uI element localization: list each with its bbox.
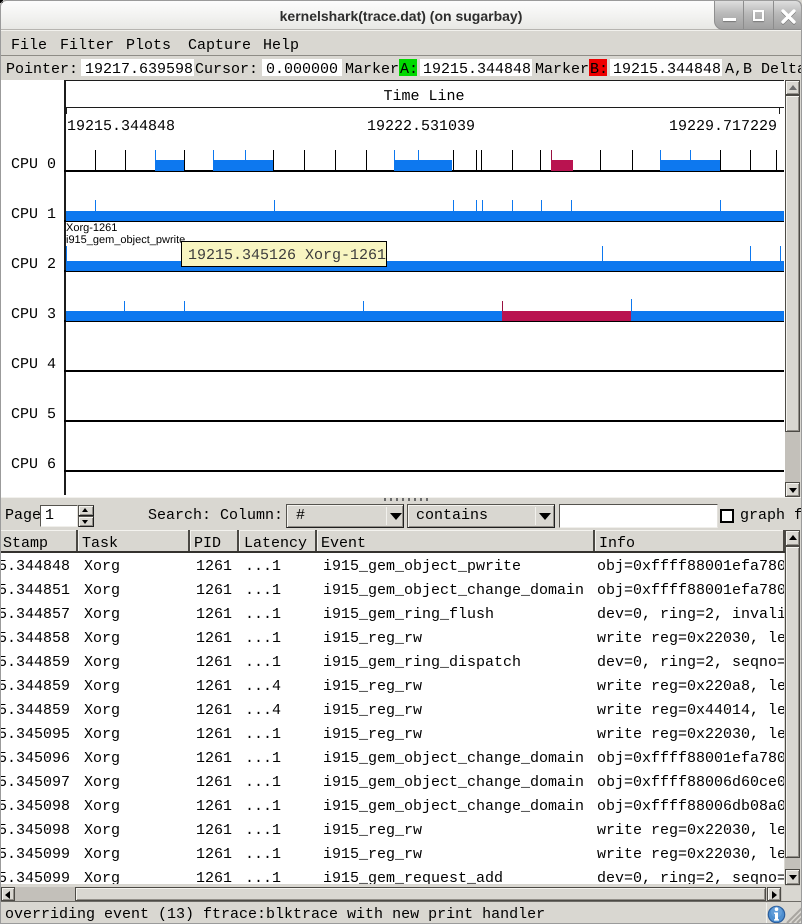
svg-text:Xorg-1261: Xorg-1261 (66, 222, 117, 234)
svg-text:CPU 6: CPU 6 (11, 456, 56, 473)
svg-text:CPU 2: CPU 2 (11, 256, 56, 273)
svg-text:19215.345126 Xorg-1261: 19215.345126 Xorg-1261 (188, 247, 386, 264)
svg-text:i915_gem_object_pwrite: i915_gem_object_pwrite (66, 234, 185, 246)
svg-text:19215.344848: 19215.344848 (67, 118, 175, 135)
svg-text:CPU 3: CPU 3 (11, 306, 56, 323)
svg-text:CPU 4: CPU 4 (11, 356, 56, 373)
svg-text:CPU 1: CPU 1 (11, 206, 56, 223)
svg-text:CPU 5: CPU 5 (11, 406, 56, 423)
svg-text:Time Line: Time Line (383, 88, 464, 105)
svg-text:19229.717229: 19229.717229 (669, 118, 777, 135)
svg-text:CPU 0: CPU 0 (11, 156, 56, 173)
svg-text:19222.531039: 19222.531039 (367, 118, 475, 135)
